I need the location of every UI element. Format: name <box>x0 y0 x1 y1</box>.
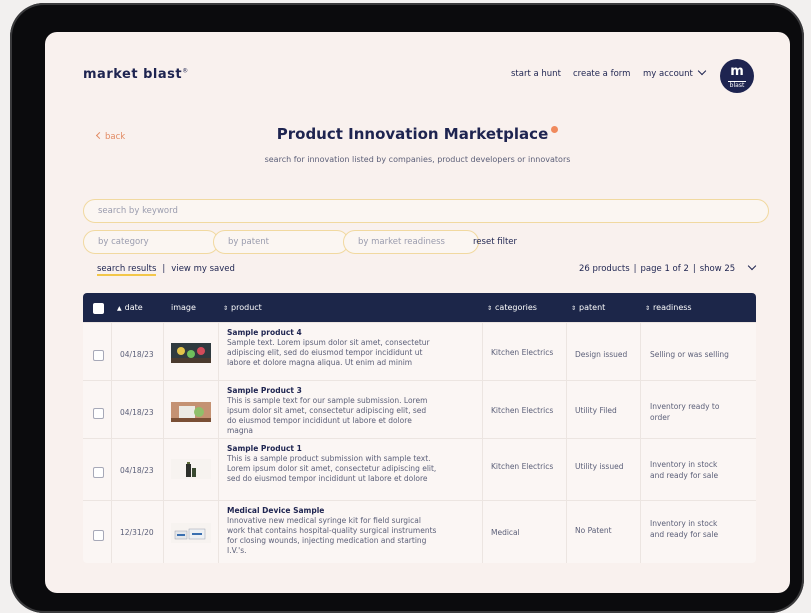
info-dot-icon[interactable] <box>551 126 559 133</box>
sort-date[interactable]: ▲ date <box>117 303 143 312</box>
category-filter[interactable]: by category <box>83 230 219 254</box>
product-name[interactable]: Sample product 4 <box>227 328 437 337</box>
row-category: Kitchen Electrics <box>491 406 554 415</box>
tablet-frame: market blast® start a hunt create a form… <box>10 3 804 613</box>
sort-icon: ⇕ <box>645 305 651 312</box>
sort-product[interactable]: ⇕ product <box>223 303 262 312</box>
row-category: Kitchen Electrics <box>491 462 554 471</box>
product-description: Sample text. Lorem ipsum dolor sit amet,… <box>227 338 430 367</box>
row-date: 12/31/20 <box>120 528 154 537</box>
sort-icon: ⇕ <box>487 305 493 312</box>
page-size-select[interactable]: show 25 <box>700 264 736 274</box>
row-readiness: Inventory in stock and ready for sale <box>650 460 719 480</box>
product-image <box>171 347 211 363</box>
sort-patent[interactable]: ⇕ patent <box>571 303 605 312</box>
row-date: 04/18/23 <box>120 466 154 475</box>
product-count: 26 products <box>579 264 630 274</box>
product-thumbnail[interactable] <box>171 402 211 422</box>
patent-filter[interactable]: by patent <box>213 230 349 254</box>
product-description: This is sample text for our sample submi… <box>227 396 428 435</box>
product-name[interactable]: Sample Product 3 <box>227 386 437 395</box>
table-row[interactable]: 04/18/23 Sample product 4 Sample text. L… <box>83 322 756 381</box>
row-patent: No Patent <box>575 526 612 535</box>
chevron-down-icon <box>697 66 707 76</box>
row-checkbox[interactable] <box>93 530 104 541</box>
product-image <box>171 406 211 422</box>
row-checkbox[interactable] <box>93 467 104 478</box>
product-thumbnail[interactable] <box>171 523 211 543</box>
product-thumbnail[interactable] <box>171 459 211 479</box>
row-checkbox[interactable] <box>93 408 104 419</box>
sort-readiness[interactable]: ⇕ readiness <box>645 303 692 312</box>
product-name[interactable]: Medical Device Sample <box>227 506 437 515</box>
table-row[interactable]: 04/18/23 Sample Product 1 This is a samp… <box>83 438 756 501</box>
select-all-checkbox[interactable] <box>93 303 104 314</box>
row-checkbox[interactable] <box>93 350 104 361</box>
page-title: Product Innovation Marketplace <box>45 125 790 143</box>
sort-icon: ⇕ <box>223 305 229 312</box>
row-date: 04/18/23 <box>120 350 154 359</box>
products-table: ▲ date image ⇕ product ⇕ categories ⇕ patent… <box>83 293 756 563</box>
row-readiness: Inventory in stock and ready for sale <box>650 519 719 539</box>
row-category: Medical <box>491 528 520 537</box>
nav-create-a-form[interactable]: create a form <box>573 69 630 79</box>
table-row[interactable]: 04/18/23 Sample Product 3 This is sample… <box>83 380 756 439</box>
product-description: Innovative new medical syringe kit for f… <box>227 516 437 555</box>
row-category: Kitchen Electrics <box>491 348 554 357</box>
product-image <box>186 462 196 477</box>
row-patent: Utility issued <box>575 462 624 471</box>
table-header: ▲ date image ⇕ product ⇕ categories ⇕ patent… <box>83 293 756 322</box>
product-image <box>174 528 206 540</box>
page-subtitle: search for innovation listed by companie… <box>264 155 571 164</box>
tab-search-results[interactable]: search results <box>97 264 157 276</box>
sort-icon: ⇕ <box>571 305 577 312</box>
row-patent: Utility Filed <box>575 406 617 415</box>
table-row[interactable]: 12/31/20 Medical Device Sample Innovativ… <box>83 500 756 563</box>
search-input[interactable]: search by keyword <box>83 199 769 223</box>
tab-view-my-saved[interactable]: view my saved <box>171 264 235 274</box>
results-meta: 26 products | page 1 of 2 | show 25 <box>579 261 757 274</box>
nav-start-a-hunt[interactable]: start a hunt <box>511 69 561 79</box>
reset-filter-button[interactable]: reset filter <box>473 237 517 247</box>
header-image: image <box>171 303 196 312</box>
chevron-down-icon[interactable] <box>747 261 757 271</box>
row-date: 04/18/23 <box>120 408 154 417</box>
market-readiness-filter[interactable]: by market readiness <box>343 230 479 254</box>
avatar[interactable]: m blast <box>720 59 754 93</box>
page-indicator: page 1 of 2 <box>640 264 689 274</box>
sort-categories[interactable]: ⇕ categories <box>487 303 537 312</box>
nav-my-account[interactable]: my account <box>643 66 707 79</box>
brand-logo[interactable]: market blast® <box>83 67 189 82</box>
product-name[interactable]: Sample Product 1 <box>227 444 437 453</box>
row-readiness: Inventory ready to order <box>650 402 720 422</box>
product-description: This is a sample product submission with… <box>227 454 437 483</box>
app-screen: market blast® start a hunt create a form… <box>45 32 790 593</box>
product-thumbnail[interactable] <box>171 343 211 363</box>
results-tabs: search results | view my saved <box>97 264 235 276</box>
row-patent: Design issued <box>575 350 628 359</box>
sort-up-icon: ▲ <box>117 305 122 312</box>
row-readiness: Selling or was selling <box>650 350 729 359</box>
